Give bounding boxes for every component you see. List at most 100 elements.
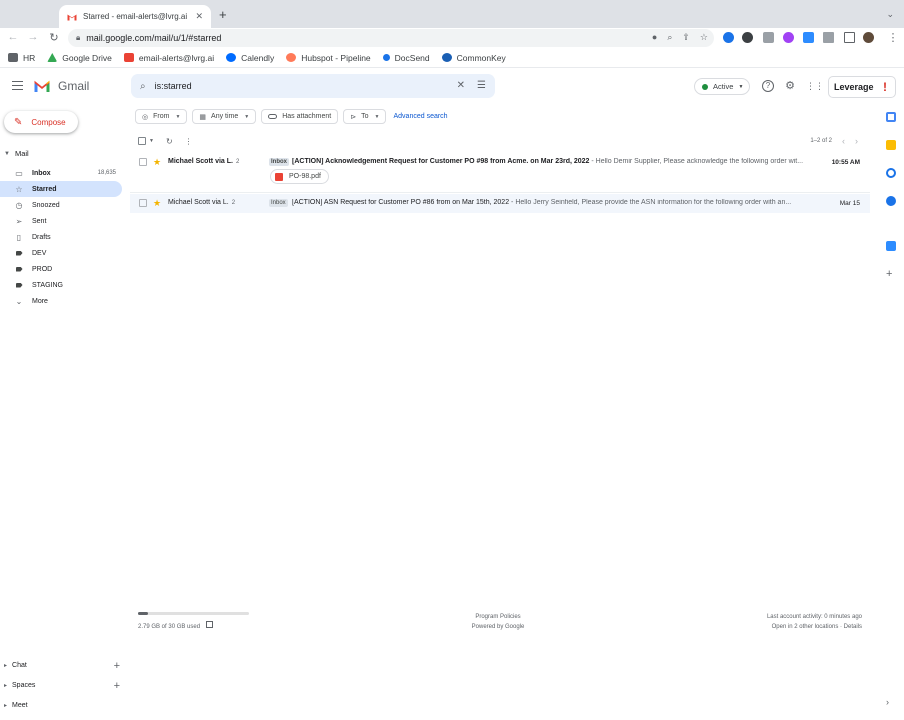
chevron-right-icon[interactable]: › xyxy=(855,136,858,146)
zoom-icon[interactable]: ⌕ xyxy=(667,32,672,43)
email-subject: [ACTION] Acknowledgement Request for Cus… xyxy=(292,158,832,165)
browser-menu-icon[interactable]: ⋮ xyxy=(882,31,904,44)
pencil-icon: ✎ xyxy=(14,116,23,128)
extension-purple-icon[interactable] xyxy=(783,32,794,43)
google-calendar-icon[interactable] xyxy=(886,112,896,122)
browser-tab-strip: Starred - email-alerts@lvrg.ai ✕ + ⌄ xyxy=(0,0,904,28)
sidebar-item-dev[interactable]: DEV xyxy=(0,245,122,261)
sidebar-item-sent[interactable]: ➢ Sent xyxy=(0,213,122,229)
bookmark-email-alerts[interactable]: email-alerts@lvrg.ai xyxy=(123,52,215,63)
bookmark-label: Hubspot - Pipeline xyxy=(301,52,371,63)
select-all-checkbox[interactable] xyxy=(138,137,146,145)
close-tab-icon[interactable]: ✕ xyxy=(195,11,203,22)
share-icon[interactable]: ⇪ xyxy=(682,32,690,43)
status-label: Active xyxy=(713,82,734,91)
google-contacts-icon[interactable] xyxy=(886,196,896,206)
search-bar[interactable]: ⌕ is:starred ✕ ☰ xyxy=(131,74,495,98)
email-row[interactable]: ★ Michael Scott via L. 2 Inbox [ACTION] A… xyxy=(130,194,870,213)
storage-bar xyxy=(138,612,249,615)
lock-icon: 🔒︎ xyxy=(76,33,81,42)
bookmark-docsend[interactable]: DocSend xyxy=(382,53,430,63)
inbox-label-badge[interactable]: Inbox xyxy=(269,199,288,207)
side-panel-icon[interactable] xyxy=(844,32,855,43)
starred-icon[interactable]: ★ xyxy=(153,158,161,167)
google-tasks-icon[interactable] xyxy=(886,168,896,178)
reload-icon[interactable]: ↻ xyxy=(43,31,65,44)
sidebar-item-more[interactable]: ⌄ More xyxy=(0,293,122,309)
sidebar-item-staging[interactable]: STAGING xyxy=(0,277,122,293)
gmail-logo[interactable]: Gmail xyxy=(33,79,89,93)
forward-arrow-icon[interactable]: → xyxy=(22,31,44,43)
filter-from[interactable]: ◎ From ▼ xyxy=(135,109,188,124)
open-storage-icon[interactable] xyxy=(205,621,213,628)
search-options-icon[interactable]: ☰ xyxy=(477,80,486,91)
clear-search-icon[interactable]: ✕ xyxy=(457,80,465,91)
email-row[interactable]: ★ Michael Scott via L. 2 Inbox [ACTION] A… xyxy=(130,154,870,193)
extensions-puzzle-icon[interactable] xyxy=(823,32,834,43)
row-checkbox[interactable] xyxy=(139,199,147,207)
profile-avatar-icon[interactable] xyxy=(863,32,874,43)
bookmark-label: email-alerts@lvrg.ai xyxy=(138,52,215,63)
attachment-chip[interactable]: PO-98.pdf xyxy=(270,169,329,184)
extension-commonkey-icon[interactable] xyxy=(742,32,753,43)
filter-has-attachment[interactable]: Has attachment xyxy=(261,109,339,124)
apps-grid-icon[interactable]: ⋮⋮ xyxy=(806,80,824,92)
bookmark-commonkey[interactable]: CommonKey xyxy=(441,53,506,63)
sidebar-item-starred[interactable]: ☆ Starred xyxy=(0,181,122,197)
back-arrow-icon[interactable]: ← xyxy=(2,31,24,43)
add-chat-plus-icon[interactable]: + xyxy=(114,660,120,672)
zoom-addon-icon[interactable] xyxy=(886,241,896,251)
get-addons-plus-icon[interactable]: + xyxy=(886,268,892,280)
program-policies-link[interactable]: Program Policies xyxy=(458,612,538,622)
sidebar-item-snoozed[interactable]: ◷ Snoozed xyxy=(0,197,122,213)
add-space-plus-icon[interactable]: + xyxy=(114,680,120,692)
other-locations-link[interactable]: Open in 2 other locations · Details xyxy=(767,622,862,632)
account-badge[interactable]: Leverage ! xyxy=(828,76,896,98)
search-icon[interactable]: ⌕ xyxy=(140,81,146,92)
subject-text: [ACTION] Acknowledgement Request for Cus… xyxy=(292,158,590,165)
row-checkbox[interactable] xyxy=(139,158,147,166)
status-selector[interactable]: Active ▼ xyxy=(694,78,750,95)
more-options-icon[interactable]: ⋮ xyxy=(185,137,193,146)
email-sender: Michael Scott via L. 2 xyxy=(168,158,239,165)
refresh-icon[interactable]: ↻ xyxy=(166,137,173,146)
filter-to[interactable]: ⊳ To ▼ xyxy=(343,109,387,124)
inbox-label-badge[interactable]: Inbox xyxy=(269,158,289,166)
filter-any-time[interactable]: ▦ Any time ▼ xyxy=(192,109,257,124)
section-chat[interactable]: ▸ Chat + xyxy=(4,660,122,672)
browser-tab[interactable]: Starred - email-alerts@lvrg.ai ✕ xyxy=(59,5,211,28)
starred-icon[interactable]: ★ xyxy=(153,199,161,208)
compose-button[interactable]: ✎ Compose xyxy=(4,111,78,133)
bookmark-hubspot-pipeline[interactable]: Hubspot - Pipeline xyxy=(286,52,371,63)
microphone-icon[interactable]: ● xyxy=(652,32,657,43)
help-icon[interactable]: ? xyxy=(762,80,774,92)
sidebar-item-inbox[interactable]: ▭ Inbox 18,635 xyxy=(0,165,122,181)
address-bar[interactable]: 🔒︎ mail.google.com/mail/u/1/#starred ● ⌕… xyxy=(68,29,714,47)
sidebar-item-drafts[interactable]: ▯ Drafts xyxy=(0,229,122,245)
section-meet[interactable]: ▸ Meet xyxy=(4,702,122,709)
advanced-search-link[interactable]: Advanced search xyxy=(393,113,447,120)
mail-section-header[interactable]: ▼ Mail xyxy=(4,149,29,158)
chevron-left-icon[interactable]: ‹ xyxy=(842,136,845,146)
label-icon xyxy=(14,265,24,274)
search-input[interactable]: is:starred xyxy=(155,81,192,91)
expand-panel-chevron-icon[interactable]: › xyxy=(886,697,889,707)
commonkey-icon xyxy=(441,53,452,62)
select-dropdown-icon[interactable]: ▼ xyxy=(149,138,154,144)
bookmark-hr[interactable]: HR xyxy=(8,53,35,63)
bookmark-star-icon[interactable]: ☆ xyxy=(700,32,708,43)
extension-zoom-icon[interactable] xyxy=(803,32,814,43)
settings-gear-icon[interactable]: ⚙ xyxy=(784,80,796,92)
google-keep-icon[interactable] xyxy=(886,140,896,150)
search-filter-chips: ◎ From ▼ ▦ Any time ▼ Has attachment ⊳ T… xyxy=(135,109,448,124)
new-tab-button[interactable]: + xyxy=(219,8,227,21)
section-spaces[interactable]: ▸ Spaces + xyxy=(4,680,122,692)
tab-search-chevron-icon[interactable]: ⌄ xyxy=(886,9,894,20)
bookmark-calendly[interactable]: Calendly xyxy=(226,53,274,63)
bookmark-google-drive[interactable]: Google Drive xyxy=(47,53,112,63)
extension-blue-icon[interactable] xyxy=(723,32,734,43)
extension-grey-icon[interactable] xyxy=(763,32,774,43)
sidebar-item-prod[interactable]: PROD xyxy=(0,261,122,277)
clock-icon: ◷ xyxy=(15,200,23,210)
main-menu-icon[interactable] xyxy=(12,81,23,90)
